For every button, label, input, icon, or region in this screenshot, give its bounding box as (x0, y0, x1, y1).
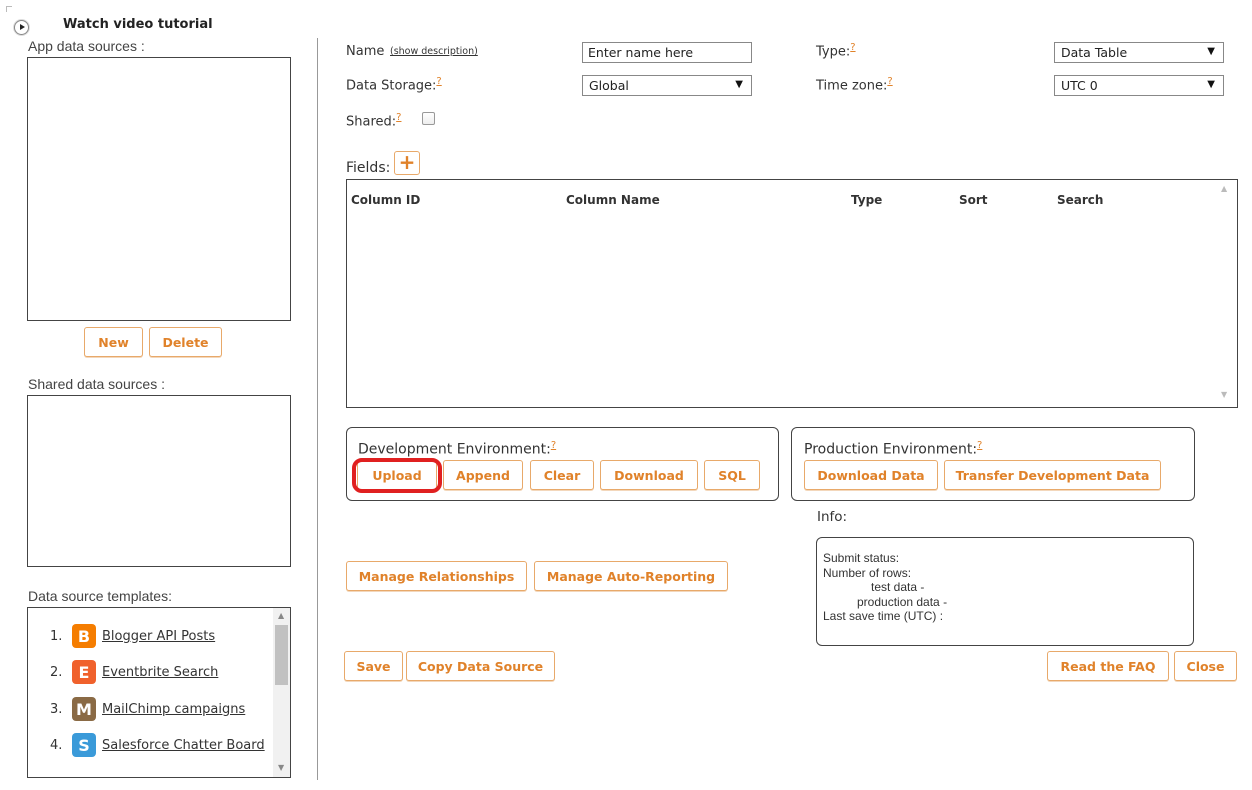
append-button[interactable]: Append (443, 460, 523, 490)
fields-table: ▲ ▼ (346, 179, 1238, 408)
template-number: 3. (50, 701, 63, 717)
production-data-text: production data - (857, 594, 948, 609)
download-data-button[interactable]: Download Data (804, 460, 938, 490)
scroll-up-icon[interactable]: ▲ (1221, 184, 1227, 193)
shared-checkbox[interactable] (422, 112, 435, 125)
clear-button[interactable]: Clear (530, 460, 594, 490)
template-link[interactable]: MailChimp campaigns (102, 702, 245, 717)
read-the-faq-button[interactable]: Read the FAQ (1047, 651, 1169, 681)
template-number: 2. (50, 664, 63, 680)
manage-relationships-button[interactable]: Manage Relationships (346, 561, 527, 591)
type-help-icon[interactable]: ? (850, 42, 855, 53)
submit-status-text: Submit status: (823, 551, 900, 565)
column-header-sort: Sort (959, 193, 988, 207)
add-field-icon[interactable]: + (394, 151, 420, 175)
info-text: Submit status: Number of rows: test data… (823, 551, 947, 624)
development-environment-label: Development Environment:? (358, 440, 557, 458)
manage-auto-reporting-button[interactable]: Manage Auto-Reporting (534, 561, 728, 591)
template-item[interactable]: 4. S Salesforce Chatter Board (50, 733, 265, 757)
dev-env-help-icon[interactable]: ? (551, 440, 556, 451)
chevron-down-icon: ▼ (1207, 46, 1215, 57)
name-input[interactable]: Enter name here (582, 42, 752, 63)
eventbrite-icon: E (72, 660, 96, 684)
scroll-up-icon[interactable]: ▲ (278, 611, 284, 620)
copy-data-source-button[interactable]: Copy Data Source (406, 651, 555, 681)
app-data-sources-list[interactable] (27, 57, 291, 321)
chevron-down-icon: ▼ (735, 79, 743, 90)
number-of-rows-text: Number of rows: (823, 565, 912, 580)
shared-data-sources-list[interactable] (27, 395, 291, 567)
prod-env-help-icon[interactable]: ? (977, 440, 982, 451)
column-header-name: Column Name (566, 193, 660, 207)
column-divider (317, 38, 318, 780)
mailchimp-icon: M (72, 697, 96, 721)
templates-scrollbar[interactable]: ▲ ▼ (273, 608, 290, 777)
column-header-id: Column ID (351, 193, 421, 207)
transfer-development-data-button[interactable]: Transfer Development Data (944, 460, 1161, 490)
salesforce-icon: S (72, 733, 96, 757)
test-data-text: test data - (871, 580, 925, 594)
name-label: Name (346, 44, 385, 59)
download-button[interactable]: Download (600, 460, 698, 490)
delete-button[interactable]: Delete (149, 327, 222, 357)
play-icon[interactable] (14, 20, 29, 35)
show-description-link[interactable]: (show description) (390, 46, 478, 57)
column-header-search: Search (1057, 193, 1104, 207)
template-link[interactable]: Salesforce Chatter Board (102, 738, 265, 753)
upload-highlight-annotation (352, 458, 442, 493)
info-label: Info: (817, 509, 848, 525)
chevron-down-icon: ▼ (1207, 79, 1215, 90)
sql-button[interactable]: SQL (704, 460, 760, 490)
shared-data-sources-label: Shared data sources : (28, 376, 165, 392)
type-select[interactable]: Data Table ▼ (1054, 42, 1224, 63)
template-number: 4. (50, 737, 63, 753)
window-corner (6, 6, 12, 12)
scroll-down-icon[interactable]: ▼ (278, 763, 284, 772)
watch-video-tutorial-link[interactable]: Watch video tutorial (63, 17, 213, 32)
template-item[interactable]: 1. B Blogger API Posts (50, 624, 215, 648)
shared-help-icon[interactable]: ? (396, 112, 401, 123)
time-zone-label: Time zone:? (816, 76, 893, 94)
time-zone-help-icon[interactable]: ? (887, 76, 892, 87)
blogger-icon: B (72, 624, 96, 648)
new-button[interactable]: New (84, 327, 143, 357)
template-link[interactable]: Eventbrite Search (102, 665, 218, 680)
save-button[interactable]: Save (344, 651, 403, 681)
scroll-thumb[interactable] (275, 625, 288, 685)
template-number: 1. (50, 628, 63, 644)
column-header-type: Type (851, 193, 883, 207)
template-item[interactable]: 2. E Eventbrite Search (50, 660, 218, 684)
production-environment-label: Production Environment:? (804, 440, 983, 458)
app-data-sources-label: App data sources : (28, 38, 145, 54)
shared-label: Shared:? (346, 112, 402, 130)
data-storage-help-icon[interactable]: ? (436, 76, 441, 87)
data-storage-select[interactable]: Global ▼ (582, 75, 752, 96)
time-zone-select[interactable]: UTC 0 ▼ (1054, 75, 1224, 96)
close-button[interactable]: Close (1174, 651, 1237, 681)
type-label: Type:? (816, 42, 856, 60)
scroll-down-icon[interactable]: ▼ (1221, 390, 1227, 399)
template-link[interactable]: Blogger API Posts (102, 629, 215, 644)
template-item[interactable]: 3. M MailChimp campaigns (50, 697, 245, 721)
last-save-time-text: Last save time (UTC) : (823, 609, 944, 623)
data-source-templates-label: Data source templates: (28, 588, 172, 604)
fields-label: Fields: (346, 160, 391, 176)
data-storage-label: Data Storage:? (346, 76, 442, 94)
